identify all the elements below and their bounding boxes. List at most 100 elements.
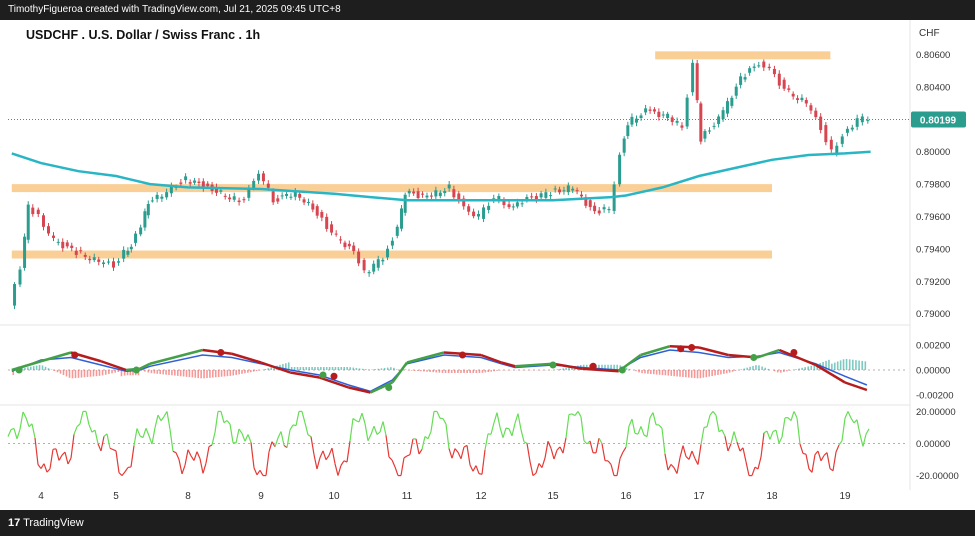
candle-body xyxy=(421,193,425,195)
macd-histogram-bar xyxy=(209,370,211,378)
candle-body xyxy=(626,125,630,137)
osc-segment xyxy=(13,428,18,440)
time-axis-tick: 11 xyxy=(402,491,413,502)
macd-histogram-bar xyxy=(717,370,719,375)
osc-segment xyxy=(25,417,30,427)
osc-segment xyxy=(169,429,174,452)
candle-body xyxy=(588,200,592,208)
candle-body xyxy=(515,202,519,207)
osc-segment xyxy=(358,413,363,423)
candle-body xyxy=(302,199,306,203)
osc-segment xyxy=(388,456,393,461)
macd-histogram-bar xyxy=(705,370,708,378)
osc-segment xyxy=(466,445,471,465)
macd-histogram-bar xyxy=(59,370,62,374)
macd-histogram-bar xyxy=(212,370,214,378)
macd-cross-marker xyxy=(618,366,626,374)
osc-segment xyxy=(85,411,90,425)
macd-histogram-bar xyxy=(296,367,299,370)
macd-histogram-bar xyxy=(247,370,249,373)
osc-segment xyxy=(565,414,570,438)
osc-segment xyxy=(226,420,231,425)
osc-segment xyxy=(337,465,342,476)
candle-body xyxy=(644,108,648,113)
candle-body xyxy=(407,190,411,194)
macd-histogram-bar xyxy=(420,370,422,372)
candle-body xyxy=(18,269,22,285)
osc-segment xyxy=(610,464,615,476)
candle-body xyxy=(824,125,828,143)
osc-segment xyxy=(628,418,633,427)
candle-body xyxy=(772,68,776,75)
osc-segment xyxy=(295,411,300,426)
macd-cross-marker xyxy=(319,371,327,379)
osc-segment xyxy=(661,428,666,455)
macd-histogram-bar xyxy=(676,370,678,377)
osc-axis-tick: 20.00000 xyxy=(916,407,956,418)
macd-histogram-bar xyxy=(226,370,229,377)
osc-segment xyxy=(400,457,405,476)
osc-segment xyxy=(394,466,399,476)
candle-body xyxy=(289,196,293,198)
macd-histogram-bar xyxy=(349,367,351,370)
candle-body xyxy=(242,199,246,201)
macd-histogram-bar xyxy=(565,367,567,370)
macd-histogram-bar xyxy=(855,360,857,370)
macd-histogram-bar xyxy=(108,370,110,375)
macd-histogram-bar xyxy=(171,370,173,376)
candle-body xyxy=(622,138,626,153)
macd-histogram-bar xyxy=(352,367,355,370)
macd-histogram-bar xyxy=(27,367,29,370)
macd-histogram-bar xyxy=(346,367,348,370)
osc-segment xyxy=(568,413,573,416)
candle-body xyxy=(707,130,711,132)
osc-segment xyxy=(121,471,126,476)
osc-segment xyxy=(403,455,408,459)
chart-area[interactable]: USDCHF . U.S. Dollar / Swiss Franc . 1h … xyxy=(0,20,975,510)
candle-body xyxy=(809,105,813,111)
candle-body xyxy=(92,257,96,261)
candle-body xyxy=(188,182,192,184)
macd-histogram-bar xyxy=(842,359,845,370)
osc-segment xyxy=(373,425,378,435)
macd-histogram-bar xyxy=(786,370,788,372)
macd-histogram-bar xyxy=(852,359,854,370)
candle-body xyxy=(400,208,404,229)
macd-histogram-bar xyxy=(311,367,313,370)
candle-body xyxy=(579,194,583,197)
osc-segment xyxy=(277,431,282,439)
macd-histogram-bar xyxy=(308,367,310,370)
osc-segment xyxy=(145,428,150,437)
osc-segment xyxy=(172,450,177,454)
macd-histogram-bar xyxy=(200,370,202,379)
macd-cross-marker xyxy=(385,384,393,391)
candle-body xyxy=(691,62,695,93)
macd-histogram-bar xyxy=(746,367,748,370)
candle-body xyxy=(438,192,442,197)
macd-histogram-bar xyxy=(743,368,746,370)
candle-body xyxy=(748,68,752,73)
osc-segment xyxy=(562,437,567,454)
osc-segment xyxy=(760,432,765,458)
macd-histogram-bar xyxy=(795,369,797,370)
candle-body xyxy=(472,211,476,217)
osc-segment xyxy=(340,460,345,466)
osc-segment xyxy=(484,433,489,450)
osc-segment xyxy=(703,426,708,429)
candle-body xyxy=(412,191,416,194)
candle-body xyxy=(107,261,110,263)
chart-svg[interactable]: 0.80199 0.80600 0.80400 0.80000 0.79800 0.796… xyxy=(0,20,975,510)
osc-segment xyxy=(379,421,384,433)
osc-segment xyxy=(499,427,504,438)
macd-histogram-bar xyxy=(752,365,754,370)
osc-segment xyxy=(223,419,228,424)
resistance-zone xyxy=(11,250,773,259)
candle-body xyxy=(139,227,143,235)
macd-histogram-bar xyxy=(252,370,255,372)
osc-segment xyxy=(580,416,585,441)
macd-histogram-bar xyxy=(708,370,711,377)
osc-segment xyxy=(49,449,54,469)
candle-body xyxy=(675,120,679,123)
macd-histogram-bar xyxy=(255,370,258,372)
macd-histogram-bar xyxy=(270,367,273,370)
